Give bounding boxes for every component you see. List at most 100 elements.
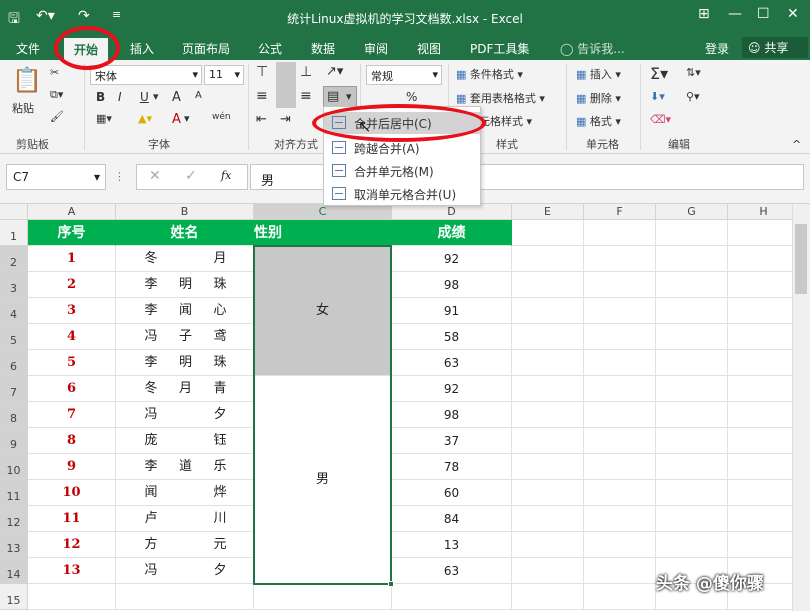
tab-pdf[interactable]: PDF工具集 <box>470 40 529 57</box>
cell[interactable] <box>728 350 800 376</box>
fill-color-icon[interactable]: ▲▾ <box>138 112 152 125</box>
select-all-corner[interactable] <box>0 204 28 220</box>
table-row-number[interactable]: 12 <box>28 532 116 558</box>
cell[interactable] <box>254 584 392 610</box>
scrollbar-thumb[interactable] <box>795 224 807 294</box>
table-row-number[interactable]: 1 <box>28 246 116 272</box>
sort-filter-icon[interactable]: ⇅▾ <box>686 66 701 79</box>
row-header[interactable]: 1 <box>0 220 28 246</box>
cell[interactable] <box>728 376 800 402</box>
cell[interactable] <box>584 454 656 480</box>
cell[interactable] <box>512 454 584 480</box>
table-row-name[interactable]: 李明珠 <box>116 272 254 298</box>
format-as-table-button[interactable]: ▦ 套用表格格式 ▾ <box>456 90 545 106</box>
row-header[interactable]: 13 <box>0 532 28 558</box>
table-row-name[interactable]: 李明珠 <box>116 350 254 376</box>
table-row-number[interactable]: 6 <box>28 376 116 402</box>
table-row-number[interactable]: 11 <box>28 506 116 532</box>
align-center-icon[interactable] <box>276 86 296 108</box>
cell[interactable] <box>512 246 584 272</box>
tell-me-search[interactable]: ◯ 告诉我... <box>560 40 625 57</box>
table-row-name[interactable]: 冯子鸢 <box>116 324 254 350</box>
table-row-number[interactable]: 5 <box>28 350 116 376</box>
cell[interactable] <box>584 558 656 584</box>
table-row-name[interactable]: 冯夕 <box>116 558 254 584</box>
cell[interactable] <box>728 220 800 246</box>
underline-dropdown[interactable]: ▾ <box>153 90 159 103</box>
insert-cells-button[interactable]: ▦ 插入 ▾ <box>576 66 621 82</box>
number-format-select[interactable]: 常规 ▾ <box>366 65 442 85</box>
column-header-a[interactable]: A <box>28 204 116 220</box>
cell[interactable] <box>512 272 584 298</box>
table-row-score[interactable]: 58 <box>392 324 512 350</box>
fill-handle[interactable] <box>388 581 394 587</box>
delete-cells-button[interactable]: ▦ 删除 ▾ <box>576 90 621 106</box>
tab-review[interactable]: 审阅 <box>364 40 388 57</box>
table-row-number[interactable]: 8 <box>28 428 116 454</box>
table-row-name[interactable]: 冯夕 <box>116 402 254 428</box>
table-row-name[interactable]: 闻烨 <box>116 480 254 506</box>
table-row-name[interactable]: 冬月 <box>116 246 254 272</box>
cell[interactable] <box>728 428 800 454</box>
cell[interactable] <box>584 246 656 272</box>
table-row-name[interactable]: 方元 <box>116 532 254 558</box>
cell[interactable] <box>28 584 116 610</box>
cell[interactable] <box>512 402 584 428</box>
table-row-score[interactable]: 91 <box>392 298 512 324</box>
cell[interactable] <box>728 506 800 532</box>
row-header[interactable]: 6 <box>0 350 28 376</box>
table-row-name[interactable]: 庞钰 <box>116 428 254 454</box>
cell[interactable] <box>512 376 584 402</box>
format-painter-icon[interactable]: 🖌 <box>50 110 64 123</box>
cell[interactable] <box>512 532 584 558</box>
table-row-name[interactable]: 卢川 <box>116 506 254 532</box>
cell[interactable] <box>656 220 728 246</box>
table-row-score[interactable]: 13 <box>392 532 512 558</box>
row-header[interactable]: 10 <box>0 454 28 480</box>
tab-view[interactable]: 视图 <box>417 40 441 57</box>
cell[interactable] <box>512 428 584 454</box>
login-link[interactable]: 登录 <box>705 40 729 57</box>
row-header[interactable]: 9 <box>0 428 28 454</box>
tab-file[interactable]: 文件 <box>16 40 40 57</box>
phonetic-button[interactable]: wén <box>212 112 231 122</box>
table-row-score[interactable]: 84 <box>392 506 512 532</box>
paste-button[interactable]: 粘贴 <box>12 100 34 116</box>
table-row-score[interactable]: 63 <box>392 350 512 376</box>
cell[interactable] <box>512 298 584 324</box>
cell[interactable] <box>392 584 512 610</box>
table-row-number[interactable]: 3 <box>28 298 116 324</box>
table-row-score[interactable]: 92 <box>392 376 512 402</box>
italic-button[interactable]: I <box>118 90 122 104</box>
font-color-button[interactable]: A <box>172 112 181 127</box>
cell[interactable] <box>512 584 584 610</box>
cell[interactable] <box>728 480 800 506</box>
percent-button[interactable]: % <box>406 90 417 104</box>
name-box[interactable]: C7 ▾ <box>6 164 106 190</box>
align-bottom-icon[interactable]: ⊥ <box>300 64 312 80</box>
cell[interactable] <box>656 350 728 376</box>
tab-insert[interactable]: 插入 <box>130 40 154 57</box>
align-top-icon[interactable]: ⊤ <box>256 64 268 80</box>
cell[interactable] <box>512 220 584 246</box>
autosum-icon[interactable]: Σ▾ <box>650 64 668 83</box>
border-icon[interactable]: ▦▾ <box>96 112 112 125</box>
font-name-select[interactable]: 宋体 ▾ <box>90 65 202 85</box>
tab-page-layout[interactable]: 页面布局 <box>182 40 230 57</box>
cell[interactable] <box>512 506 584 532</box>
enter-icon[interactable]: ✓ <box>185 168 197 184</box>
table-row-number[interactable]: 2 <box>28 272 116 298</box>
grow-font-button[interactable]: A <box>172 90 181 105</box>
row-header[interactable]: 5 <box>0 324 28 350</box>
table-row-number[interactable]: 10 <box>28 480 116 506</box>
unmerge-cells-item[interactable]: 取消单元格合并(U) <box>324 183 480 205</box>
cell[interactable] <box>584 402 656 428</box>
cell[interactable] <box>584 506 656 532</box>
tab-data[interactable]: 数据 <box>311 40 335 57</box>
cell[interactable] <box>728 402 800 428</box>
cell[interactable] <box>512 558 584 584</box>
cell[interactable] <box>656 324 728 350</box>
font-color-dropdown[interactable]: ▾ <box>184 112 190 125</box>
row-header[interactable]: 4 <box>0 298 28 324</box>
cell[interactable] <box>512 350 584 376</box>
